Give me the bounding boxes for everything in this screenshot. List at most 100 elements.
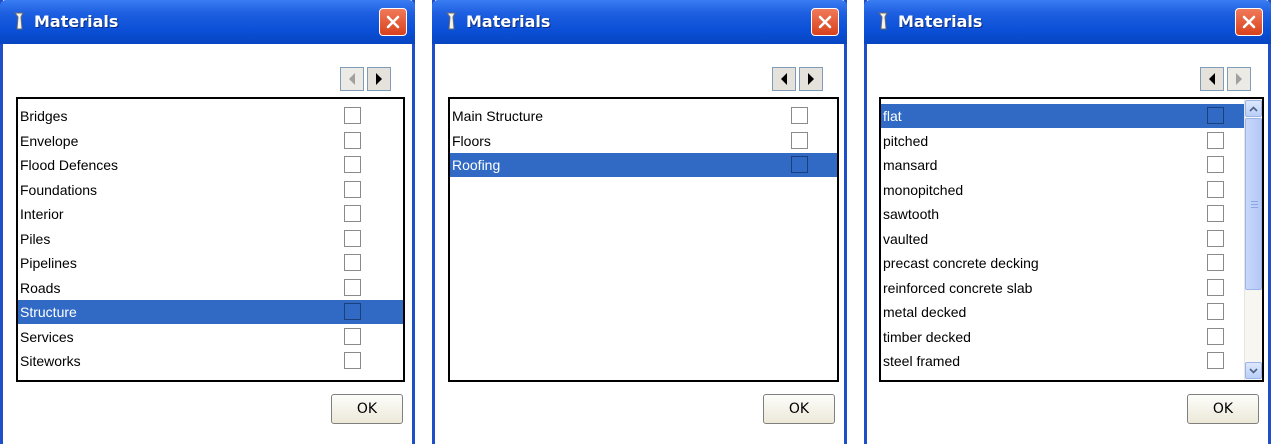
list-item[interactable]: timber decked <box>881 325 1244 349</box>
list-item-label: Bridges <box>20 108 68 124</box>
list-item-checkbox[interactable] <box>344 180 361 198</box>
arrow-right-icon <box>808 73 814 85</box>
list-item-checkbox[interactable] <box>1207 205 1224 222</box>
list-item[interactable]: Pipelines <box>18 251 403 275</box>
arrow-left-icon <box>349 73 355 85</box>
list-item-checkbox[interactable] <box>344 278 361 296</box>
navigation-buttons <box>772 67 823 91</box>
list-item-checkbox[interactable] <box>791 156 808 173</box>
next-button[interactable] <box>799 67 823 91</box>
list-item[interactable]: Flood Defences <box>18 153 403 177</box>
window-title: Materials <box>34 12 119 31</box>
materials-window-1: Materials Bridges Envelope Flood Defences F… <box>0 0 415 444</box>
list-item-label: Flood Defences <box>20 157 119 173</box>
list-item-checkbox[interactable] <box>344 131 361 149</box>
close-button[interactable] <box>811 8 839 36</box>
list-item[interactable]: Main Structure <box>450 104 837 128</box>
list-item[interactable]: vaulted <box>881 227 1244 251</box>
list-item[interactable]: steel framed <box>881 349 1244 373</box>
navigation-buttons <box>340 67 391 91</box>
list-item[interactable]: Envelope <box>18 129 403 153</box>
arrow-right-icon <box>1236 73 1242 85</box>
list-item-checkbox[interactable] <box>1207 327 1224 345</box>
title-bar[interactable]: Materials <box>0 0 415 44</box>
list-item[interactable]: Interior <box>18 202 403 226</box>
list-item-checkbox[interactable] <box>344 107 361 124</box>
category-list[interactable]: Bridges Envelope Flood Defences Foundations… <box>16 97 405 382</box>
list-item[interactable]: Siteworks <box>18 349 403 373</box>
list-item-checkbox[interactable] <box>1207 254 1224 271</box>
list-item[interactable]: Bridges <box>18 104 403 128</box>
list-item-checkbox[interactable] <box>791 107 808 124</box>
material-type-list[interactable]: flat pitched mansard monopitched sawtooth vau… <box>879 97 1264 382</box>
app-icon <box>14 12 24 30</box>
list-item[interactable]: Roofing <box>450 153 837 177</box>
next-button[interactable] <box>1227 67 1251 91</box>
list-item[interactable]: Floors <box>450 129 837 153</box>
list-item-checkbox[interactable] <box>344 229 361 247</box>
list-item-label: Foundations <box>20 181 98 198</box>
list-item[interactable]: flat <box>881 104 1244 128</box>
list-item-checkbox[interactable] <box>344 352 361 369</box>
list-item-label: Floors <box>452 132 491 149</box>
list-item-checkbox[interactable] <box>344 205 361 222</box>
list-item-label: Structure <box>20 304 77 320</box>
list-item[interactable]: Roads <box>18 276 403 300</box>
list-item[interactable]: mansard <box>881 153 1244 177</box>
list-item-checkbox[interactable] <box>1207 107 1224 124</box>
ok-button[interactable]: OK <box>763 394 835 424</box>
title-bar[interactable]: Materials <box>864 0 1271 44</box>
list-item-checkbox[interactable] <box>344 156 361 173</box>
scroll-up-button[interactable] <box>1245 100 1262 117</box>
arrow-left-icon <box>1209 73 1215 85</box>
scroll-thumb[interactable] <box>1245 118 1262 290</box>
title-bar[interactable]: Materials <box>432 0 847 44</box>
list-item-label: Envelope <box>20 132 79 149</box>
scroll-down-button[interactable] <box>1245 362 1262 379</box>
list-item-checkbox[interactable] <box>344 327 361 345</box>
list-item[interactable]: pitched <box>881 129 1244 153</box>
ok-button[interactable]: OK <box>1187 394 1259 424</box>
list-item-checkbox[interactable] <box>791 131 808 149</box>
list-item[interactable]: monopitched <box>881 178 1244 202</box>
list-item[interactable]: sawtooth <box>881 202 1244 226</box>
list-item-label: vaulted <box>883 230 929 247</box>
list-item-label: pitched <box>883 132 929 149</box>
close-icon <box>1242 15 1256 29</box>
close-button[interactable] <box>1235 8 1263 36</box>
list-item-checkbox[interactable] <box>344 254 361 271</box>
arrow-right-icon <box>376 73 382 85</box>
prev-button[interactable] <box>772 67 796 91</box>
vertical-scrollbar[interactable] <box>1244 99 1262 380</box>
list-item-checkbox[interactable] <box>1207 156 1224 173</box>
materials-window-3: Materials flat pitched mansard monopitched s… <box>864 0 1271 444</box>
list-item-label: steel framed <box>883 353 961 369</box>
close-icon <box>818 15 832 29</box>
list-item-label: Siteworks <box>20 353 81 369</box>
list-item-checkbox[interactable] <box>1207 180 1224 198</box>
ok-button-label: OK <box>788 401 810 417</box>
list-item[interactable]: precast concrete decking <box>881 251 1244 275</box>
ok-button[interactable]: OK <box>331 394 403 424</box>
list-item-checkbox[interactable] <box>1207 303 1224 320</box>
list-item[interactable]: metal decked <box>881 300 1244 324</box>
ok-button-label: OK <box>356 401 378 417</box>
close-button[interactable] <box>379 8 407 36</box>
list-item-checkbox[interactable] <box>1207 352 1224 369</box>
list-item-label: metal decked <box>883 304 967 320</box>
list-item[interactable]: reinforced concrete slab <box>881 276 1244 300</box>
list-item[interactable]: Piles <box>18 227 403 251</box>
next-button[interactable] <box>367 67 391 91</box>
list-item-label: flat <box>883 108 902 124</box>
app-icon <box>446 12 456 30</box>
prev-button[interactable] <box>1200 67 1224 91</box>
list-item[interactable]: Structure <box>18 300 403 324</box>
subcategory-list[interactable]: Main Structure Floors Roofing <box>448 97 839 382</box>
list-item[interactable]: Foundations <box>18 178 403 202</box>
list-item-checkbox[interactable] <box>1207 278 1224 296</box>
list-item-checkbox[interactable] <box>1207 131 1224 149</box>
prev-button[interactable] <box>340 67 364 91</box>
list-item-checkbox[interactable] <box>1207 229 1224 247</box>
list-item[interactable]: Services <box>18 325 403 349</box>
list-item-checkbox[interactable] <box>344 303 361 320</box>
